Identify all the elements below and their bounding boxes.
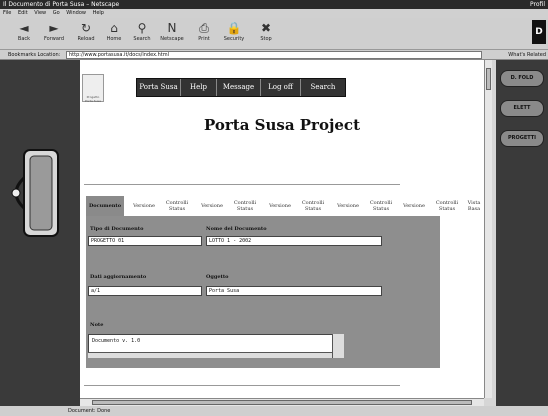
divider xyxy=(84,184,400,185)
menu-help[interactable]: Help xyxy=(93,10,104,16)
sidebar-button-progetti[interactable]: PROGETTI xyxy=(500,130,544,147)
oggetto-field[interactable]: Porta Susa xyxy=(206,286,382,296)
tab-versione[interactable]: Versione xyxy=(396,196,432,216)
tab-controlli[interactable]: Controlli Status xyxy=(298,196,328,216)
security-button[interactable]: 🔒 Security xyxy=(220,20,248,48)
nome-field[interactable]: LOTTO 1 - 2002 xyxy=(206,236,382,246)
tab-versione[interactable]: Versione xyxy=(126,196,162,216)
sidebar-button-elett[interactable]: ELETT xyxy=(500,100,544,117)
navigation-toolbar: ◄ Back ► Forward ↻ Reload ⌂ Home ⚲ Search N Ne… xyxy=(0,18,548,50)
menu-edit[interactable]: Edit xyxy=(18,10,28,16)
search-icon: ⚲ xyxy=(137,21,147,35)
project-logo: Progetto Porta Susa xyxy=(82,74,104,103)
location-bar: Bookmarks Location: http://www.portasusa… xyxy=(0,50,548,60)
tab-versione[interactable]: Versione xyxy=(194,196,230,216)
title-bar: Il Documento di Porta Susa – Netscape Pr… xyxy=(0,0,548,9)
menu-window[interactable]: Window xyxy=(66,10,86,16)
nav-help[interactable]: Help xyxy=(181,79,217,96)
back-icon: ◄ xyxy=(19,21,29,35)
divider xyxy=(84,385,400,386)
location-label[interactable]: Bookmarks Location: xyxy=(8,50,60,60)
whats-related-button[interactable]: What's Related xyxy=(508,50,546,60)
sidebar-button-fold[interactable]: D. FOLD xyxy=(500,70,544,87)
home-icon: ⌂ xyxy=(110,21,118,35)
dati-field[interactable]: a/1 xyxy=(88,286,202,296)
browser-window: Il Documento di Porta Susa – Netscape Pr… xyxy=(0,0,548,416)
lock-icon: 🔒 xyxy=(226,21,242,35)
stop-button[interactable]: ✖ Stop xyxy=(252,20,280,48)
tab-controlli[interactable]: Controlli Status xyxy=(162,196,192,216)
menu-go[interactable]: Go xyxy=(53,10,60,16)
tipo-field[interactable]: PROGETTO 01 xyxy=(88,236,202,246)
tab-controlli[interactable]: Controlli Status xyxy=(366,196,396,216)
nav-search[interactable]: Search xyxy=(301,79,345,96)
tab-documento[interactable]: Documento xyxy=(86,196,124,216)
back-button[interactable]: ◄ Back xyxy=(10,20,38,48)
tab-controlli[interactable]: Controlli Status xyxy=(432,196,462,216)
tab-vista[interactable]: Vista Basa xyxy=(464,196,484,216)
note-label: Note xyxy=(90,322,104,328)
tab-controlli[interactable]: Controlli Status xyxy=(230,196,260,216)
netscape-button[interactable]: N Netscape xyxy=(158,20,186,48)
scroll-thumb[interactable] xyxy=(92,400,472,405)
reload-button[interactable]: ↻ Reload xyxy=(72,20,100,48)
forward-button[interactable]: ► Forward xyxy=(40,20,68,48)
tab-versione[interactable]: Versione xyxy=(330,196,366,216)
print-icon: ⎙ xyxy=(199,21,209,35)
binder-clip-icon xyxy=(11,149,59,237)
dati-label: Dati aggiornamento xyxy=(90,274,147,280)
page-vertical-scrollbar[interactable] xyxy=(484,60,492,398)
page-title: Porta Susa Project xyxy=(204,116,360,134)
home-button[interactable]: ⌂ Home xyxy=(100,20,128,48)
tab-versione[interactable]: Versione xyxy=(262,196,298,216)
tab-bar: Documento Versione Controlli Status Vers… xyxy=(86,196,486,216)
search-button[interactable]: ⚲ Search xyxy=(128,20,156,48)
menu-bar: File Edit View Go Window Help xyxy=(0,9,548,18)
oggetto-label: Oggetto xyxy=(206,274,229,280)
menu-view[interactable]: View xyxy=(34,10,46,16)
page-horizontal-scrollbar[interactable] xyxy=(80,398,484,406)
scroll-thumb[interactable] xyxy=(486,68,491,90)
site-nav: Porta Susa Help Message Log off Search xyxy=(136,78,346,97)
tipo-label: Tipo di Documento xyxy=(90,226,144,232)
netscape-icon: N xyxy=(167,21,177,35)
nav-logoff[interactable]: Log off xyxy=(261,79,301,96)
forward-icon: ► xyxy=(49,21,59,35)
status-bar: Document: Done xyxy=(0,406,548,416)
nav-message[interactable]: Message xyxy=(217,79,261,96)
reload-icon: ↻ xyxy=(80,21,92,35)
window-title: Il Documento di Porta Susa – Netscape xyxy=(3,1,120,8)
print-button[interactable]: ⎙ Print xyxy=(190,20,218,48)
nav-porta-susa[interactable]: Porta Susa xyxy=(137,79,181,96)
menu-file[interactable]: File xyxy=(3,10,11,16)
note-hscrollbar[interactable] xyxy=(88,352,332,358)
note-scrollbar[interactable] xyxy=(332,334,344,358)
nome-label: Nome del Documento xyxy=(206,226,267,232)
browser-logo: D xyxy=(532,20,546,44)
stop-icon: ✖ xyxy=(260,21,272,35)
url-input[interactable]: http://www.portasusa.it/docs/index.html xyxy=(66,51,482,59)
window-controls[interactable]: Profil xyxy=(530,0,545,9)
